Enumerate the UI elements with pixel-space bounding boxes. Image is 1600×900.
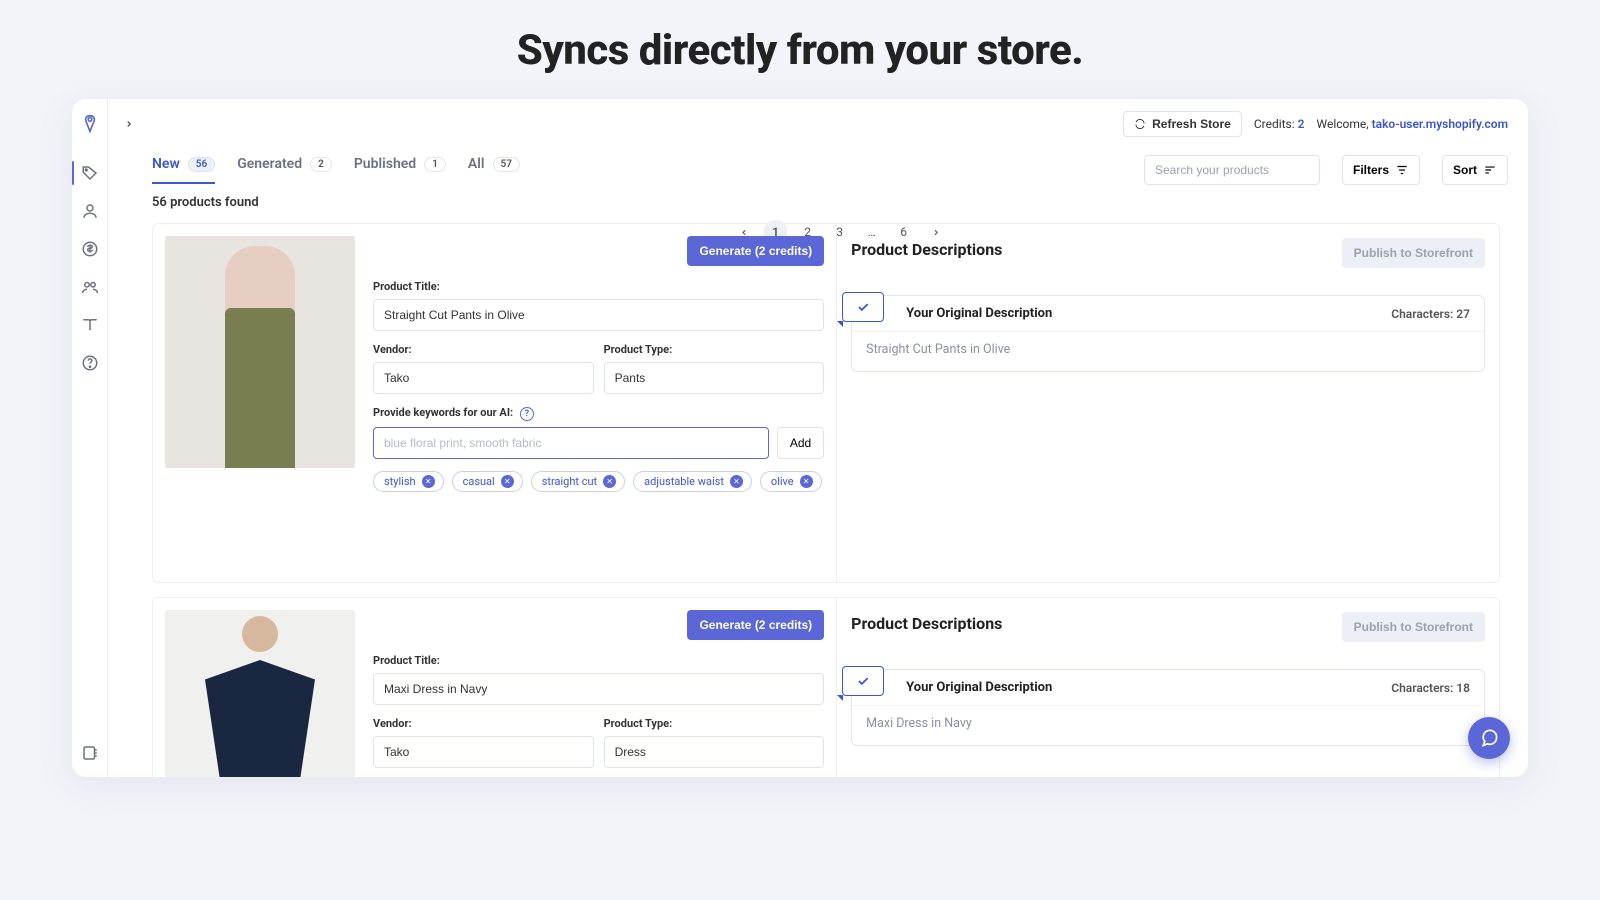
results-count: 56 products found: [152, 195, 259, 210]
sidebar-item-feedback[interactable]: [80, 743, 100, 763]
field-label: Provide keywords for our AI: ?: [373, 406, 824, 421]
tab-label: New: [152, 156, 180, 172]
tab-new[interactable]: New 56: [152, 156, 215, 184]
field-label: Product Title:: [373, 654, 824, 667]
publish-button[interactable]: Publish to Storefront: [1342, 238, 1485, 268]
keyword-chip: olive✕: [760, 471, 822, 492]
field-label: Vendor:: [373, 343, 594, 356]
sidebar-item-help[interactable]: [80, 353, 100, 373]
hero-title: Syncs directly from your store.: [0, 0, 1600, 99]
remove-chip-icon[interactable]: ✕: [800, 475, 813, 488]
field-label: Vendor:: [373, 717, 594, 730]
keyword-chip: stylish✕: [373, 471, 444, 492]
product-type-input[interactable]: [604, 736, 825, 768]
original-description-box: Your Original Description Characters: 27…: [851, 295, 1485, 372]
sort-icon: [1483, 163, 1497, 177]
char-count: Characters: 18: [1391, 681, 1470, 695]
filters-button[interactable]: Filters: [1342, 155, 1420, 185]
results-bar: 56 products found: [108, 185, 1528, 220]
keyword-chips: stylish✕ casual✕ straight cut✕ adjustabl…: [373, 471, 824, 492]
field-label: Product Type:: [604, 343, 825, 356]
product-image: [165, 236, 355, 468]
filters-icon: [1395, 163, 1409, 177]
keywords-input[interactable]: [373, 427, 769, 459]
product-card: Generate (2 credits) Product Title: Vend…: [152, 223, 1500, 583]
description-label: Your Original Description: [906, 680, 1052, 695]
tabbar: New 56 Generated 2 Published 1 All 57 Fi…: [108, 137, 1528, 185]
sidebar: [72, 99, 108, 777]
app-window: Refresh Store Credits: 2 Welcome, tako-u…: [72, 99, 1528, 777]
product-type-input[interactable]: [604, 362, 825, 394]
refresh-icon: [1134, 118, 1146, 130]
tab-all[interactable]: All 57: [468, 156, 520, 184]
credits-display: Credits: 2: [1254, 117, 1305, 131]
sidebar-item-billing[interactable]: [80, 239, 100, 259]
vendor-input[interactable]: [373, 736, 594, 768]
sidebar-item-account[interactable]: [80, 201, 100, 221]
store-link[interactable]: tako-user.myshopify.com: [1372, 117, 1508, 131]
publish-button[interactable]: Publish to Storefront: [1342, 612, 1485, 642]
selected-description-tab[interactable]: [842, 292, 884, 322]
remove-chip-icon[interactable]: ✕: [730, 475, 743, 488]
search-field[interactable]: [1144, 155, 1320, 185]
tab-badge: 1: [424, 157, 446, 172]
product-list: Generate (2 credits) Product Title: Vend…: [108, 223, 1528, 777]
refresh-store-button[interactable]: Refresh Store: [1123, 111, 1242, 137]
chat-icon: [1479, 728, 1499, 748]
topbar: Refresh Store Credits: 2 Welcome, tako-u…: [108, 99, 1528, 137]
refresh-label: Refresh Store: [1152, 117, 1231, 131]
check-icon: [856, 674, 870, 688]
keyword-chip: straight cut✕: [531, 471, 625, 492]
tab-badge: 2: [310, 157, 332, 172]
check-icon: [856, 300, 870, 314]
tab-badge: 57: [493, 157, 520, 172]
generate-button[interactable]: Generate (2 credits): [687, 236, 824, 266]
product-title-input[interactable]: [373, 673, 824, 705]
product-card: Generate (2 credits) Product Title: Vend…: [152, 597, 1500, 777]
keyword-chip: adjustable waist✕: [633, 471, 752, 492]
info-icon[interactable]: ?: [520, 407, 534, 421]
generate-button[interactable]: Generate (2 credits): [687, 610, 824, 640]
sort-button[interactable]: Sort: [1442, 155, 1508, 185]
product-title-input[interactable]: [373, 299, 824, 331]
char-count: Characters: 27: [1391, 307, 1470, 321]
tab-label: All: [468, 156, 485, 172]
description-text: Maxi Dress in Navy: [852, 705, 1484, 745]
keyword-chip: casual✕: [452, 471, 523, 492]
tab-label: Published: [354, 156, 416, 172]
vendor-input[interactable]: [373, 362, 594, 394]
original-description-box: Your Original Description Characters: 18…: [851, 669, 1485, 746]
tab-published[interactable]: Published 1: [354, 156, 446, 184]
remove-chip-icon[interactable]: ✕: [422, 475, 435, 488]
add-keyword-button[interactable]: Add: [777, 427, 824, 459]
selected-description-tab[interactable]: [842, 666, 884, 696]
expand-sidebar-button[interactable]: [120, 115, 138, 133]
tab-label: Generated: [237, 156, 302, 172]
search-input[interactable]: [1155, 163, 1310, 177]
remove-chip-icon[interactable]: ✕: [603, 475, 616, 488]
welcome-text: Welcome, tako-user.myshopify.com: [1317, 117, 1509, 131]
tab-generated[interactable]: Generated 2: [237, 156, 332, 184]
product-image: [165, 610, 355, 777]
app-logo: [79, 113, 101, 135]
field-label: Product Title:: [373, 280, 824, 293]
remove-chip-icon[interactable]: ✕: [501, 475, 514, 488]
sidebar-item-team[interactable]: [80, 277, 100, 297]
chat-fab[interactable]: [1468, 717, 1510, 759]
tab-badge: 56: [188, 157, 215, 172]
sidebar-item-docs[interactable]: [80, 315, 100, 335]
sidebar-item-products[interactable]: [80, 163, 100, 183]
main-panel: Refresh Store Credits: 2 Welcome, tako-u…: [108, 99, 1528, 777]
description-text: Straight Cut Pants in Olive: [852, 331, 1484, 371]
field-label: Product Type:: [604, 717, 825, 730]
description-label: Your Original Description: [906, 306, 1052, 321]
